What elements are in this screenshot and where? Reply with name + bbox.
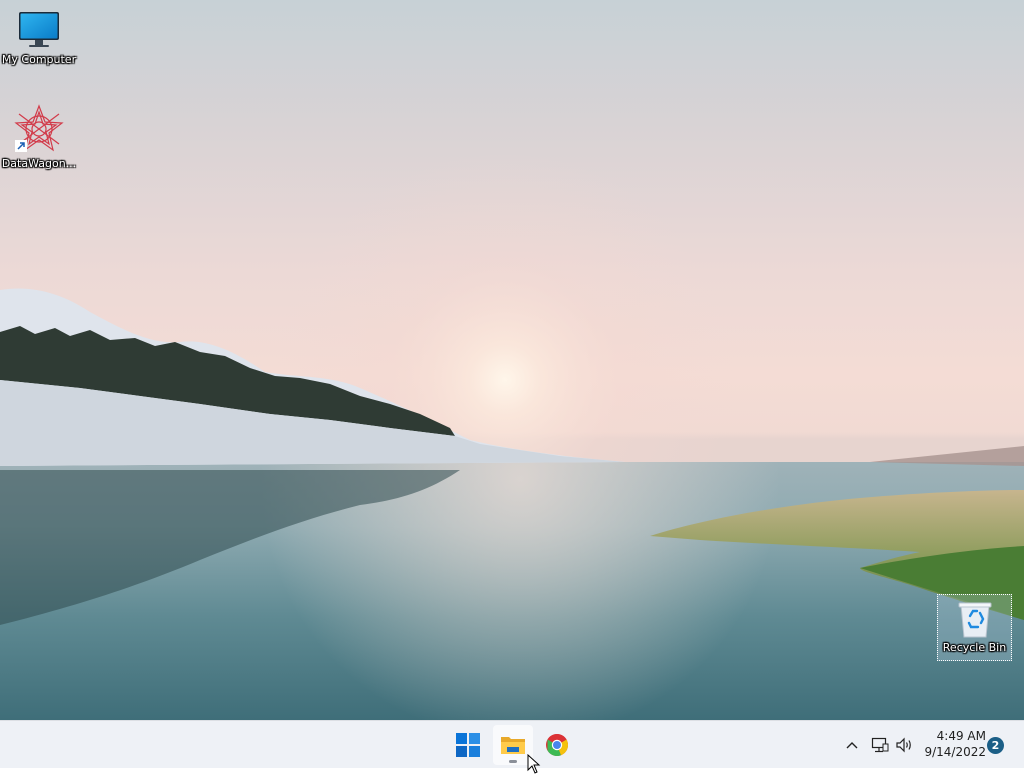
- show-hidden-icons-button[interactable]: [842, 735, 862, 755]
- clock-date: 9/14/2022: [924, 745, 986, 759]
- chrome-icon: [546, 734, 569, 757]
- desktop-icon-recycle-bin[interactable]: Recycle Bin: [937, 594, 1012, 661]
- clock[interactable]: 4:49 AM 9/14/2022: [922, 728, 986, 760]
- chrome-button[interactable]: [537, 725, 577, 765]
- desktop-icon-label: Recycle Bin: [942, 641, 1007, 654]
- network-icon: [871, 737, 889, 753]
- file-explorer-button[interactable]: [493, 725, 533, 765]
- wallpaper: [0, 150, 1024, 720]
- desktop-icon-label: My Computer: [1, 53, 77, 66]
- folder-icon: [501, 737, 525, 754]
- desktop-icon-datawagon[interactable]: DataWagon...: [1, 104, 77, 170]
- monitor-icon: [19, 12, 59, 47]
- volume-icon: [896, 737, 911, 753]
- datawagon-shortcut-icon: [14, 104, 64, 152]
- start-button[interactable]: [448, 725, 488, 765]
- desktop-icon-my-computer[interactable]: My Computer: [1, 10, 77, 66]
- notification-badge[interactable]: 2: [987, 737, 1004, 754]
- clock-time: 4:49 AM: [936, 729, 986, 743]
- recycle-bin-icon: [958, 602, 991, 638]
- volume-button[interactable]: [894, 735, 916, 755]
- desktop-icon-label: DataWagon...: [1, 157, 77, 170]
- chevron-up-icon: [846, 742, 858, 749]
- windows-start-icon: [456, 733, 480, 757]
- desktop[interactable]: My Computer DataWagon... Recycle Bin: [0, 0, 1024, 720]
- taskbar: 4:49 AM 9/14/2022 2: [0, 720, 1024, 768]
- network-button[interactable]: [870, 735, 890, 755]
